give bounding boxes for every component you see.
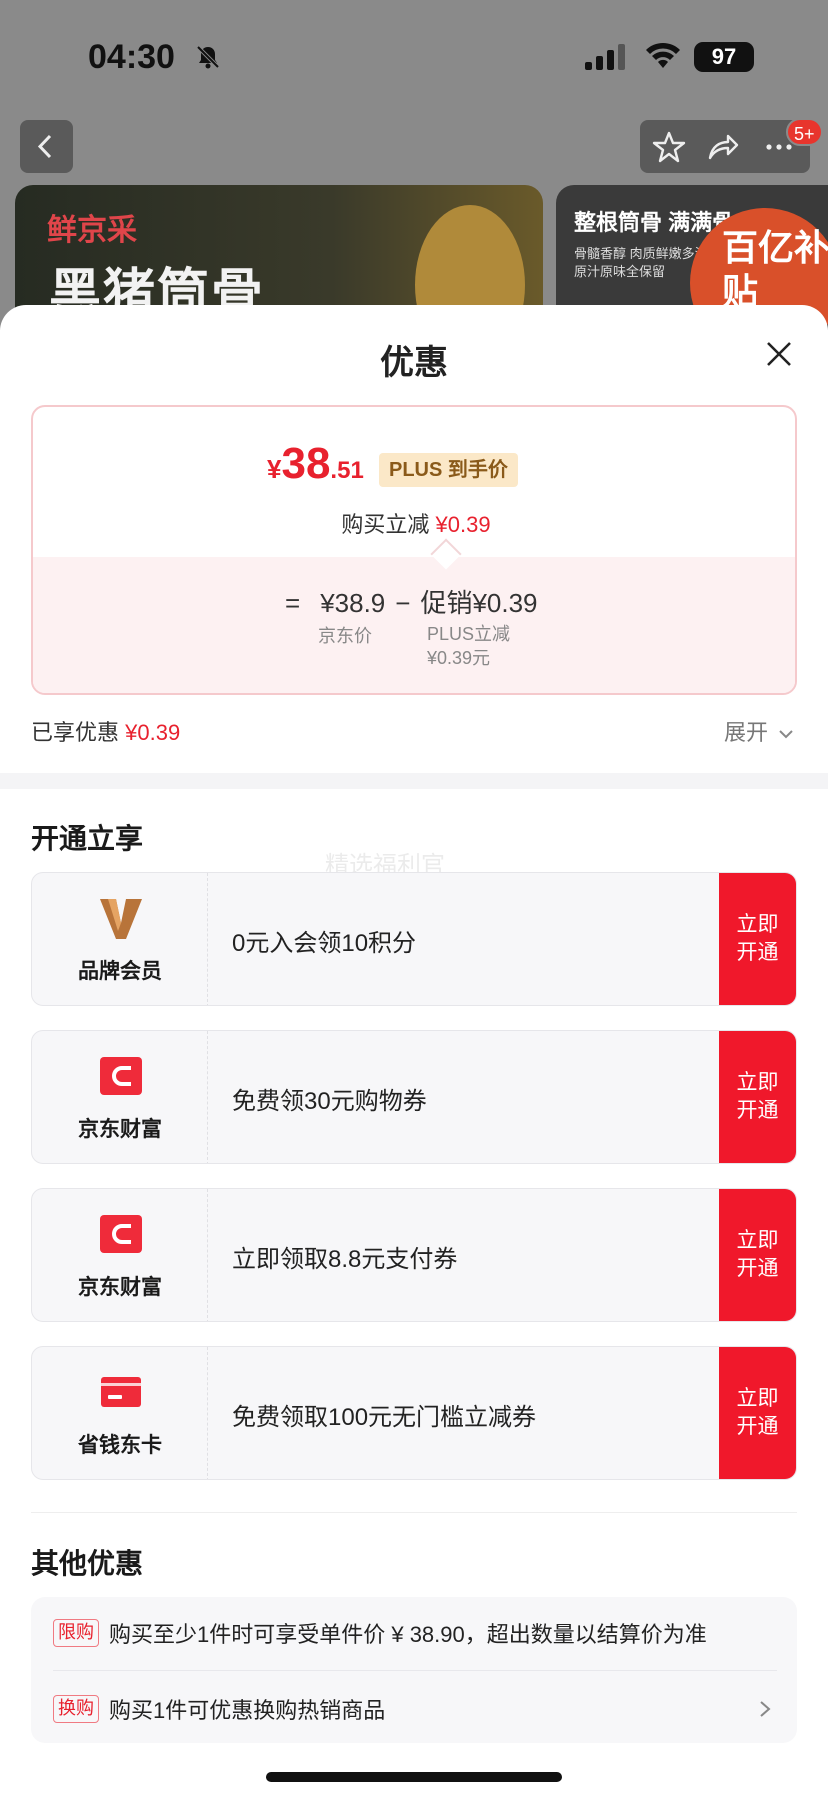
benefit-desc: 0元入会领10积分 xyxy=(232,930,417,957)
list-item[interactable]: 换购 购买1件可优惠换购热销商品 xyxy=(53,1689,385,1729)
benefit-desc: 立即领取8.8元支付券 xyxy=(232,1246,458,1273)
home-indicator[interactable] xyxy=(266,1772,562,1782)
bell-muted-icon xyxy=(196,45,220,69)
list-item-text: 购买1件可优惠换购热销商品 xyxy=(109,1698,386,1723)
purchase-reduction: 购买立减 ¥0.39 xyxy=(341,512,491,537)
final-price: ¥38.51 xyxy=(267,439,364,488)
activate-button[interactable]: 立即 开通 xyxy=(719,1189,796,1321)
benefit-desc: 免费领30元购物券 xyxy=(232,1088,427,1115)
back-button[interactable] xyxy=(20,120,73,173)
benefit-provider: 京东财富 xyxy=(78,1276,162,1299)
discount-sheet: 优惠 ¥38.51 PLUS 到手价 购买立减 ¥0.39 = ¥38.9− 促销¥… xyxy=(0,305,828,1795)
limit-tag: 限购 xyxy=(53,1619,99,1647)
benefit-card: 品牌会员 0元入会领10积分 立即 开通 xyxy=(31,872,797,1006)
benefit-card: 京东财富 立即领取8.8元支付券 立即 开通 xyxy=(31,1188,797,1322)
benefit-provider: 省钱东卡 xyxy=(78,1434,162,1457)
activate-button[interactable]: 立即 开通 xyxy=(719,873,796,1005)
banner-brand: 鲜京采 xyxy=(47,214,137,247)
open-section-title: 开通立享 xyxy=(31,823,144,854)
expand-button[interactable]: 展开 xyxy=(724,715,794,747)
benefit-provider: 品牌会员 xyxy=(78,960,162,983)
price-breakdown: ¥38.51 PLUS 到手价 购买立减 ¥0.39 = ¥38.9− 促销¥0.3… xyxy=(31,405,797,695)
benefit-provider: 京东财富 xyxy=(78,1118,162,1141)
star-icon[interactable] xyxy=(652,130,686,164)
card-icon xyxy=(101,1377,141,1407)
activate-button[interactable]: 立即 开通 xyxy=(719,1031,796,1163)
other-section-title: 其他优惠 xyxy=(31,1548,144,1579)
signal-icon xyxy=(585,44,625,70)
sheet-title: 优惠 xyxy=(380,344,448,382)
status-bar: 04:30 97 xyxy=(0,0,828,110)
share-icon[interactable] xyxy=(706,130,740,164)
message-badge: 5+ xyxy=(786,118,823,146)
list-item-text: 购买至少1件时可享受单件价 ¥ 38.90，超出数量以结算价为准 xyxy=(109,1622,707,1647)
status-time: 04:30 xyxy=(88,38,175,76)
plus-reduce-label: PLUS立减 ¥0.39元 xyxy=(427,624,511,668)
plus-price-tag: PLUS 到手价 xyxy=(379,453,518,487)
battery-indicator: 97 xyxy=(694,42,754,72)
list-item: 限购 购买至少1件时可享受单件价 ¥ 38.90，超出数量以结算价为准 xyxy=(53,1613,707,1653)
activate-button[interactable]: 立即 开通 xyxy=(719,1347,796,1479)
enjoyed-discount: 已享优惠 ¥0.39 xyxy=(31,720,181,745)
benefit-card: 省钱东卡 免费领取100元无门槛立减券 立即 开通 xyxy=(31,1346,797,1480)
close-icon[interactable] xyxy=(762,337,796,371)
brand-v-icon xyxy=(100,899,142,939)
jd-price-label: 京东价 xyxy=(318,626,372,646)
background-page: 04:30 97 5+ 鲜京采 黑猪筒骨 整根筒骨 满满骨 骨髓香醇 肉质鲜嫩多… xyxy=(0,0,828,330)
benefit-desc: 免费领取100元无门槛立减券 xyxy=(232,1404,537,1431)
chevron-down-icon xyxy=(779,730,793,739)
benefit-card: 京东财富 免费领30元购物券 立即 开通 xyxy=(31,1030,797,1164)
exchange-tag: 换购 xyxy=(53,1695,99,1723)
wifi-icon xyxy=(646,42,680,68)
jd-wealth-icon xyxy=(100,1215,142,1253)
price-formula: = ¥38.9− 促销¥0.39 xyxy=(285,588,538,618)
top-actions xyxy=(640,120,810,173)
chevron-left-icon xyxy=(37,134,52,159)
other-discounts: 限购 购买至少1件时可享受单件价 ¥ 38.90，超出数量以结算价为准 换购 购… xyxy=(31,1597,797,1743)
chevron-right-icon[interactable] xyxy=(757,1699,773,1719)
jd-wealth-icon xyxy=(100,1057,142,1095)
